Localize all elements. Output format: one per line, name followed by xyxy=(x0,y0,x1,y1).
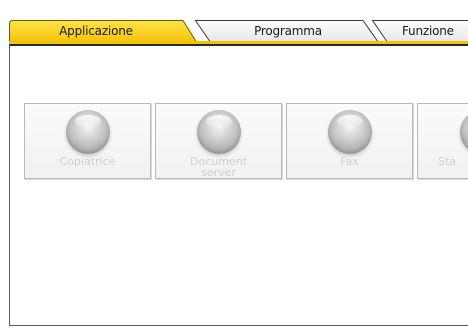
app-label-fax: Fax xyxy=(340,155,359,168)
app-label-copiatrice: Copiatrice xyxy=(59,155,116,168)
fax-icon xyxy=(327,110,372,154)
app-label-stampante: Sta xyxy=(438,155,457,168)
app-label-document-server: Document server xyxy=(190,155,247,179)
tab-applicazione-label: Applicazione xyxy=(59,24,133,38)
app-button-fax[interactable]: Fax xyxy=(286,103,413,179)
app-button-document-server[interactable]: Document server xyxy=(155,103,282,179)
app-button-copiatrice[interactable]: Copiatrice xyxy=(24,103,151,179)
screen: Applicazione Programma Funzione Copiatri… xyxy=(0,0,468,330)
active-tab-underline xyxy=(9,41,468,44)
application-panel xyxy=(9,44,468,326)
app-button-stampante[interactable]: Sta xyxy=(417,103,468,179)
printer-icon xyxy=(460,110,468,154)
document-server-icon xyxy=(196,110,241,154)
tab-programma-label: Programma xyxy=(254,24,322,38)
tab-funzione-label: Funzione xyxy=(402,24,454,38)
tab-bar: Applicazione Programma Funzione xyxy=(9,0,468,47)
copier-icon xyxy=(65,110,110,154)
